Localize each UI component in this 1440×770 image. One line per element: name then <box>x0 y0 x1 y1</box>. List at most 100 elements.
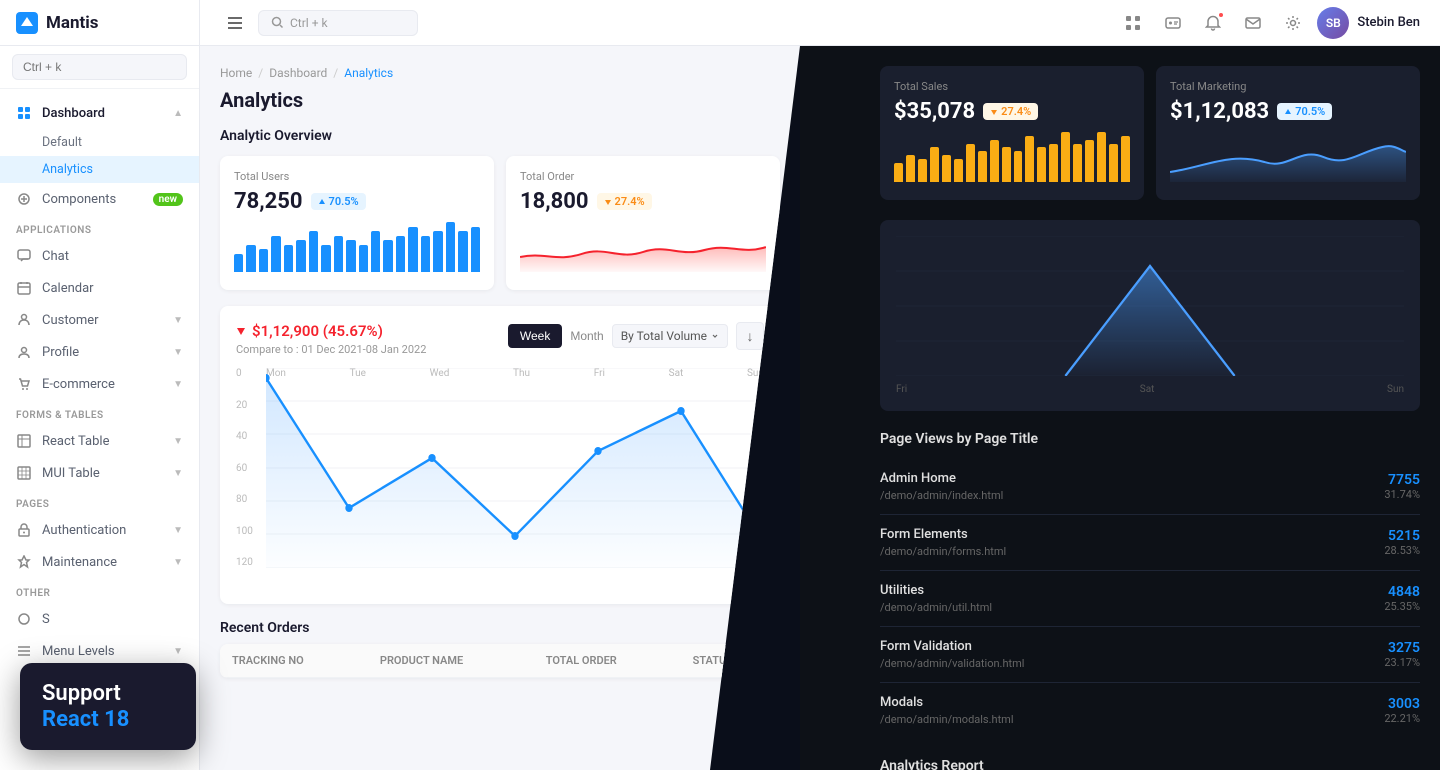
notification-badge <box>1217 11 1225 19</box>
nav-item-sample[interactable]: S <box>0 603 199 635</box>
breadcrumb-sep1: / <box>258 66 263 80</box>
mail-button[interactable] <box>1237 7 1269 39</box>
pv-count: 7755 <box>1384 472 1420 488</box>
income-info: $1,12,900 (45.67%) Compare to : 01 Dec 2… <box>236 322 426 356</box>
ecommerce-icon <box>16 376 32 392</box>
month-button[interactable]: Month <box>570 329 603 343</box>
nav-item-ecommerce[interactable]: E-commerce ▼ <box>0 368 199 400</box>
pv-percent: 28.53% <box>1384 544 1420 557</box>
user-menu[interactable]: SB Stebin Ben <box>1317 7 1420 39</box>
pv-url: /demo/admin/modals.html <box>880 713 1014 726</box>
menu-toggle-button[interactable] <box>220 8 250 38</box>
sidebar-search-container <box>0 46 199 89</box>
breadcrumb-home[interactable]: Home <box>220 66 252 80</box>
nav-item-components[interactable]: Components new <box>0 183 199 215</box>
nav-item-calendar[interactable]: Calendar <box>0 272 199 304</box>
breadcrumb-dashboard[interactable]: Dashboard <box>269 66 327 80</box>
section-pages: Pages <box>0 489 199 514</box>
topbar-search[interactable]: Ctrl + k <box>258 10 418 36</box>
customer-icon <box>16 312 32 328</box>
pv-right: 3003 22.21% <box>1384 696 1420 725</box>
total-sales-value-row: $35,078 27.4% <box>894 99 1130 124</box>
week-button[interactable]: Week <box>508 324 562 348</box>
react-table-icon <box>16 433 32 449</box>
support-sub-text: React 18 <box>42 707 174 732</box>
analytics-report-title: Analytics Report <box>880 758 1420 770</box>
nav-sub-analytics[interactable]: Analytics <box>0 156 199 183</box>
right-panel: Total Sales $35,078 27.4% Total Marketin… <box>800 46 1440 770</box>
analytic-overview-title: Analytic Overview <box>220 128 780 144</box>
y-label-40: 40 <box>236 431 253 442</box>
dark-chart-x-labels: Fri Sat Sun <box>896 384 1404 395</box>
col-product: PRODUCT NAME <box>368 644 534 678</box>
dark-chart-svg <box>896 236 1404 376</box>
nav-item-mui-table[interactable]: MUI Table ▼ <box>0 457 199 489</box>
nav-item-profile[interactable]: Profile ▼ <box>0 336 199 368</box>
nav-item-authentication[interactable]: Authentication ▼ <box>0 514 199 546</box>
breadcrumb-analytics: Analytics <box>344 66 393 80</box>
volume-select[interactable]: By Total Volume <box>612 324 728 348</box>
y-label-80: 80 <box>236 494 253 505</box>
pv-title: Modals <box>880 695 1014 710</box>
menu-levels-label: Menu Levels <box>42 644 163 659</box>
auth-icon <box>16 522 32 538</box>
username-label: Stebin Ben <box>1357 15 1420 30</box>
nav-item-customer[interactable]: Customer ▼ <box>0 304 199 336</box>
total-order-label: Total Order <box>520 170 766 183</box>
income-compare: Compare to : 01 Dec 2021-08 Jan 2022 <box>236 343 426 356</box>
react-table-label: React Table <box>42 434 163 449</box>
nav-item-chat[interactable]: Chat <box>0 240 199 272</box>
nav-item-maintenance[interactable]: Maintenance ▼ <box>0 546 199 578</box>
income-controls: Week Month By Total Volume ↓ <box>508 322 764 350</box>
nav-item-react-table[interactable]: React Table ▼ <box>0 425 199 457</box>
y-label-60: 60 <box>236 463 253 474</box>
settings-button[interactable] <box>1277 7 1309 39</box>
apps-button[interactable] <box>1117 7 1149 39</box>
notification-button[interactable] <box>1197 7 1229 39</box>
topbar-right: SB Stebin Ben <box>1117 7 1420 39</box>
nav-item-dashboard[interactable]: Dashboard ▲ <box>0 97 199 129</box>
auth-label: Authentication <box>42 523 163 538</box>
recent-orders-title: Recent Orders <box>220 620 780 636</box>
pv-right: 7755 31.74% <box>1384 472 1420 501</box>
chat-icon <box>16 248 32 264</box>
menu-icon <box>16 643 32 659</box>
y-label-20: 20 <box>236 400 253 411</box>
stat-cards-grid: Total Users 78,250 70.5% Total Order 18, <box>220 156 780 290</box>
total-sales-badge: 27.4% <box>983 103 1038 120</box>
pv-percent: 31.74% <box>1384 488 1420 501</box>
sidebar-search-input[interactable] <box>12 54 187 80</box>
pv-count: 3003 <box>1384 696 1420 712</box>
profile-arrow: ▼ <box>173 347 183 358</box>
app-name: Mantis <box>46 13 99 33</box>
pv-left: Form Elements /demo/admin/forms.html <box>880 527 1006 558</box>
support-tooltip[interactable]: Support React 18 <box>20 663 196 750</box>
total-order-value-row: 18,800 27.4% <box>520 189 766 214</box>
dark-stat-cards: Total Sales $35,078 27.4% Total Marketin… <box>880 66 1420 200</box>
pv-title: Form Validation <box>880 639 1024 654</box>
mui-table-icon <box>16 465 32 481</box>
nav-sub-default[interactable]: Default <box>0 129 199 156</box>
pv-left: Utilities /demo/admin/util.html <box>880 583 992 614</box>
page-views-title: Page Views by Page Title <box>880 431 1420 447</box>
sample-label: S <box>42 612 183 627</box>
main-area: Ctrl + k SB Stebin Ben <box>200 0 1440 770</box>
user-card-button[interactable] <box>1157 7 1189 39</box>
total-marketing-badge: 70.5% <box>1277 103 1332 120</box>
left-panel: Home / Dashboard / Analytics Analytics A… <box>200 46 800 770</box>
total-users-card: Total Users 78,250 70.5% <box>220 156 494 290</box>
pv-percent: 25.35% <box>1384 600 1420 613</box>
mui-table-arrow: ▼ <box>173 468 183 479</box>
x-fri: Fri <box>896 384 907 395</box>
income-amount: $1,12,900 (45.67%) <box>236 322 426 340</box>
breadcrumb: Home / Dashboard / Analytics <box>220 66 780 80</box>
sidebar: Mantis Dashboard ▲ Default Analytics Com… <box>0 0 200 770</box>
content-area: Home / Dashboard / Analytics Analytics A… <box>200 46 1440 770</box>
chart-svg-area <box>266 368 764 568</box>
income-overview-card: $1,12,900 (45.67%) Compare to : 01 Dec 2… <box>220 306 780 604</box>
x-sun: Sun <box>1387 384 1404 395</box>
pv-title: Form Elements <box>880 527 1006 542</box>
download-button[interactable]: ↓ <box>736 322 764 350</box>
y-label-120: 120 <box>236 557 253 568</box>
calendar-label: Calendar <box>42 281 183 296</box>
